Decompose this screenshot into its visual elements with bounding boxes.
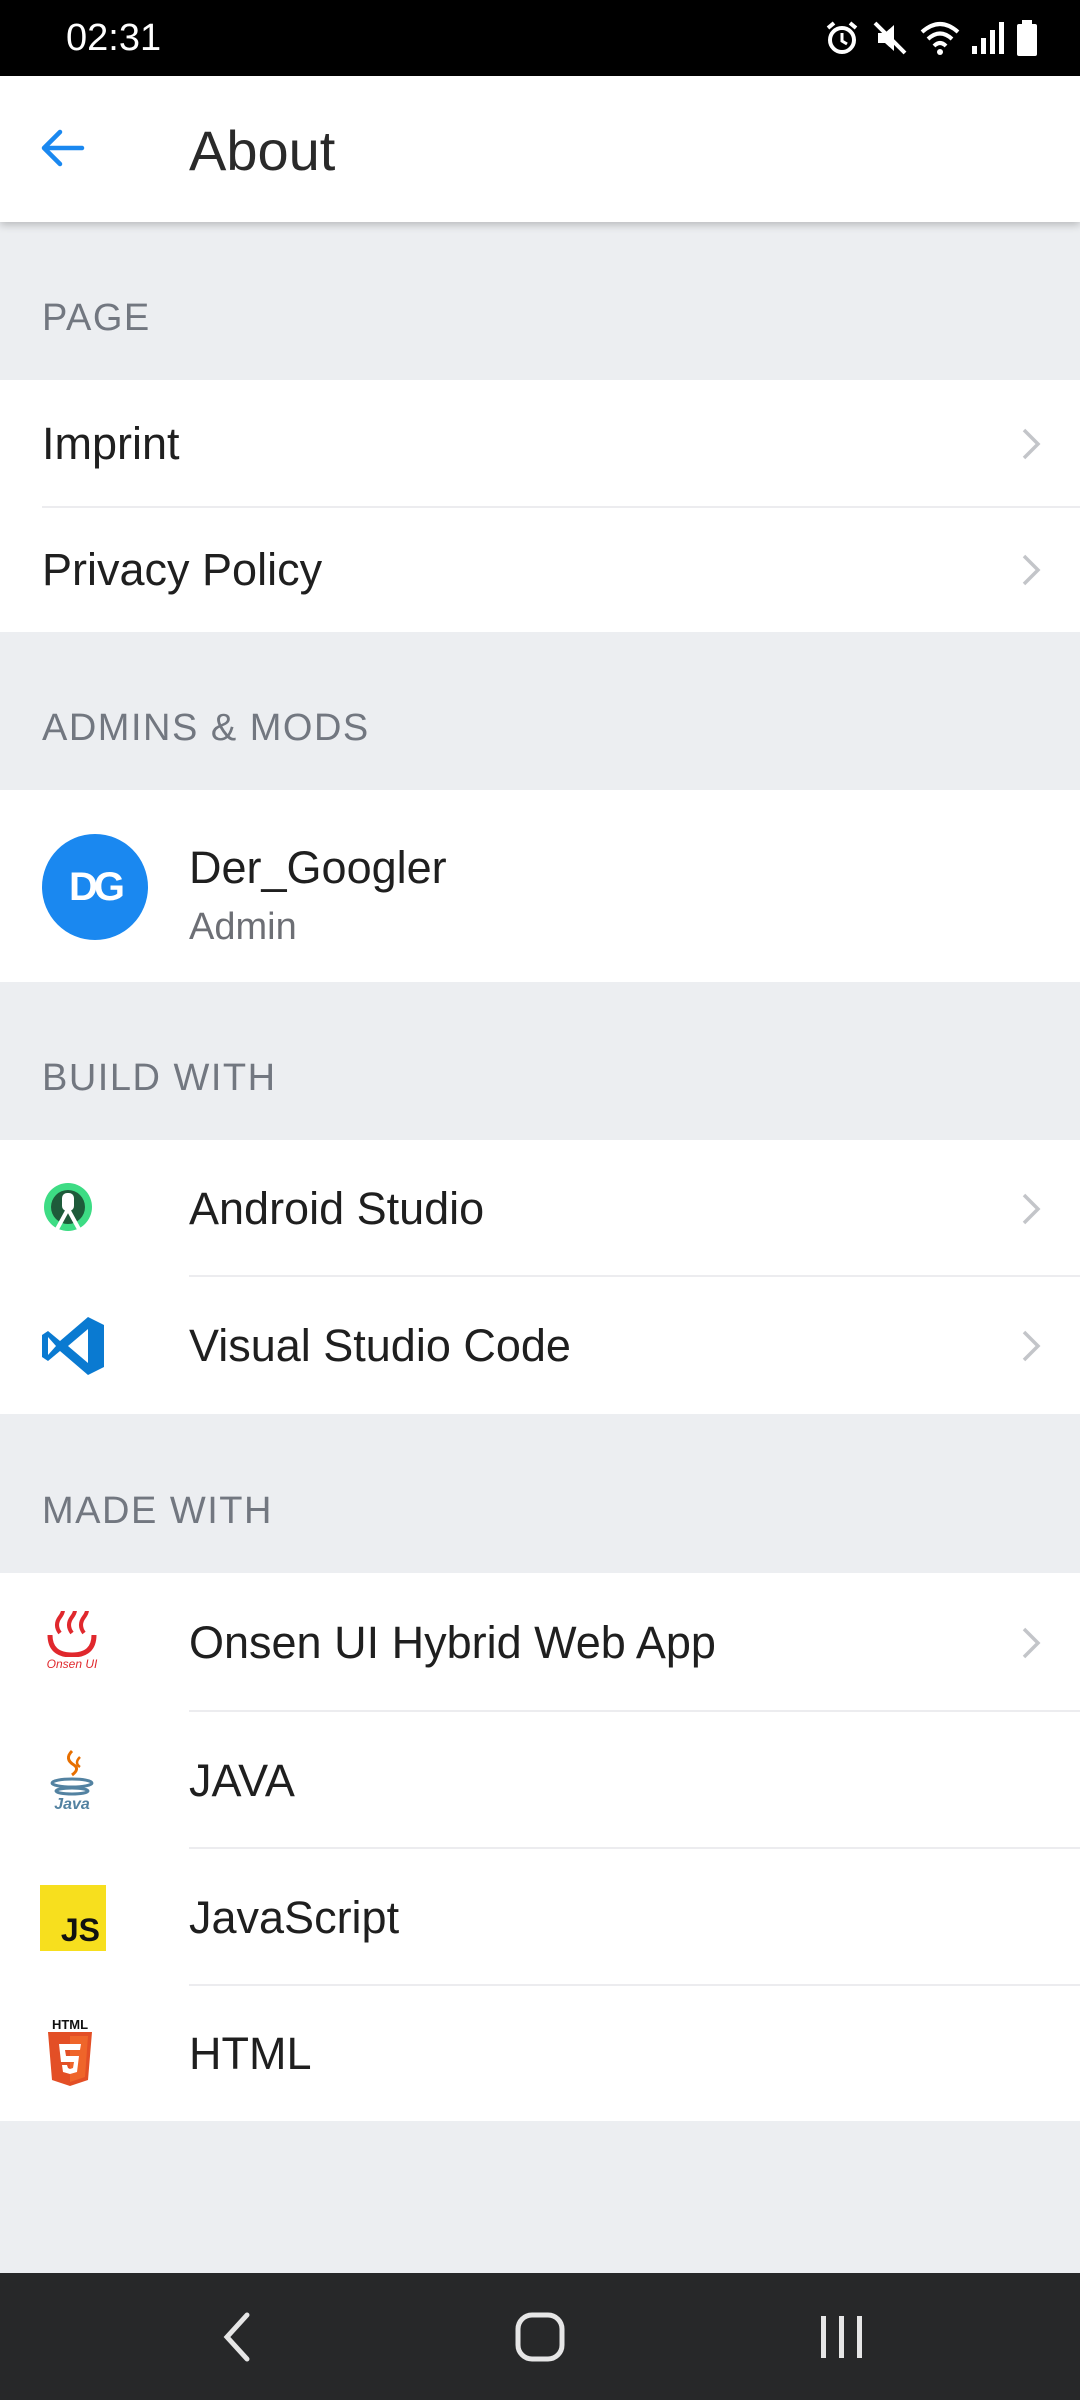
chevron-right-icon xyxy=(1022,1193,1041,1224)
list-item-label: JAVA xyxy=(189,1754,295,1806)
arrow-left-icon[interactable] xyxy=(38,124,86,172)
java-icon-text: Java xyxy=(54,1795,90,1813)
status-bar: 02:31 xyxy=(0,0,1080,76)
list-item-label: Onsen UI Hybrid Web App xyxy=(189,1616,716,1668)
nav-home-button[interactable] xyxy=(460,2273,620,2400)
list-item-label: Privacy Policy xyxy=(42,544,323,595)
home-square-icon xyxy=(515,2312,565,2361)
vscode-icon xyxy=(42,1316,104,1375)
section-header-label: ADMINS & MODS xyxy=(42,707,370,749)
admin-name: Der_Googler xyxy=(189,842,447,893)
list-item-label: HTML xyxy=(189,2027,312,2079)
avatar: DG xyxy=(42,834,148,940)
chevron-right-icon xyxy=(1022,1330,1041,1361)
list-item-java[interactable]: Java JAVA xyxy=(0,1712,1080,1849)
section-header-admins: ADMINS & MODS xyxy=(0,632,1080,790)
list-item-admin[interactable]: DG Der_Googler Admin xyxy=(0,790,1080,982)
section-header-label: BUILD WITH xyxy=(42,1057,277,1099)
chevron-right-icon xyxy=(1022,428,1041,460)
system-nav-bar xyxy=(0,2273,1080,2400)
section-header-made-with: MADE WITH xyxy=(0,1414,1080,1573)
recents-icon xyxy=(821,2315,862,2358)
html5-icon-text: HTML xyxy=(51,2016,89,2032)
alarm-icon xyxy=(826,21,858,54)
onsen-ui-icon-text: Onsen UI xyxy=(46,1656,98,1671)
status-time: 02:31 xyxy=(66,17,162,59)
content: PAGE Imprint Privacy Policy ADMINS & MOD… xyxy=(0,222,1080,2121)
page-list: Imprint Privacy Policy xyxy=(0,380,1080,632)
onsen-ui-icon: Onsen UI xyxy=(40,1610,104,1675)
section-header-label: PAGE xyxy=(42,297,151,339)
list-item-label: Imprint xyxy=(42,418,180,469)
html5-icon: HTML xyxy=(40,2016,100,2090)
admin-role: Admin xyxy=(189,906,297,948)
page-title: About xyxy=(189,119,336,182)
android-studio-icon xyxy=(44,1182,92,1232)
java-icon: Java xyxy=(40,1747,104,1815)
app-bar: About xyxy=(0,76,1080,222)
list-item-label: JavaScript xyxy=(189,1891,400,1943)
section-header-label: MADE WITH xyxy=(42,1490,273,1532)
list-item-privacy-policy[interactable]: Privacy Policy xyxy=(0,508,1080,632)
list-item-javascript[interactable]: JS JavaScript xyxy=(0,1849,1080,1986)
chevron-left-icon xyxy=(223,2312,250,2361)
mute-icon xyxy=(873,21,907,55)
nav-back-button[interactable] xyxy=(157,2273,317,2400)
javascript-icon: JS xyxy=(40,1884,106,1951)
list-item-vscode[interactable]: Visual Studio Code xyxy=(0,1277,1080,1414)
chevron-right-icon xyxy=(1022,1627,1041,1658)
section-header-page: PAGE xyxy=(0,222,1080,380)
signal-icon xyxy=(972,22,1004,54)
list-item-label: Android Studio xyxy=(189,1182,485,1234)
status-icons xyxy=(814,14,1040,62)
made-with-list: Onsen UI Onsen UI Hybrid Web App Java JA… xyxy=(0,1573,1080,2121)
list-item-onsen-ui[interactable]: Onsen UI Onsen UI Hybrid Web App xyxy=(0,1573,1080,1712)
list-item-label: Visual Studio Code xyxy=(189,1319,571,1371)
admins-list: DG Der_Googler Admin xyxy=(0,790,1080,982)
list-item-android-studio[interactable]: Android Studio xyxy=(0,1140,1080,1277)
nav-recents-button[interactable] xyxy=(762,2273,922,2400)
wifi-icon xyxy=(920,22,960,55)
list-item-imprint[interactable]: Imprint xyxy=(0,380,1080,508)
javascript-icon-text: JS xyxy=(60,1911,100,1948)
build-with-list: Android Studio Visual Studio Code xyxy=(0,1140,1080,1414)
list-item-html[interactable]: HTML HTML xyxy=(0,1986,1080,2121)
section-header-build-with: BUILD WITH xyxy=(0,982,1080,1140)
chevron-right-icon xyxy=(1022,554,1041,586)
battery-icon xyxy=(1017,20,1037,56)
